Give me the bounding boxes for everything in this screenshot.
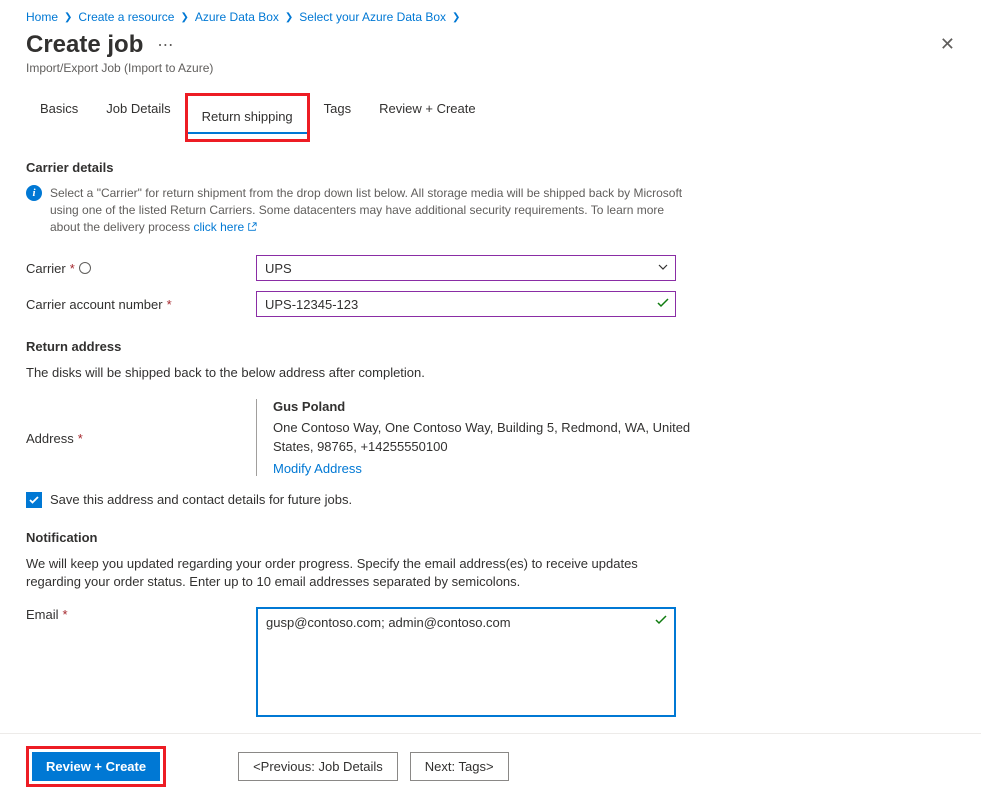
address-label: Address* [26, 399, 256, 476]
chevron-right-icon: ❯ [452, 12, 460, 23]
modify-address-link[interactable]: Modify Address [273, 461, 362, 476]
save-address-checkbox[interactable] [26, 492, 42, 508]
chevron-right-icon: ❯ [64, 12, 72, 23]
footer: Review + Create <Previous: Job Details N… [0, 733, 981, 799]
address-name: Gus Poland [273, 399, 696, 414]
breadcrumb-azure-data-box[interactable]: Azure Data Box [195, 10, 279, 24]
check-icon [654, 613, 668, 627]
return-address-heading: Return address [26, 339, 955, 354]
button-highlight: Review + Create [26, 746, 166, 787]
chevron-right-icon: ❯ [285, 12, 293, 23]
page-title: Create job [26, 31, 143, 59]
external-link-icon [247, 222, 257, 232]
previous-button[interactable]: <Previous: Job Details [238, 752, 398, 781]
info-text: Select a "Carrier" for return shipment f… [50, 185, 686, 235]
tab-highlight: Return shipping [185, 93, 310, 142]
carrier-account-label: Carrier account number* [26, 297, 256, 312]
breadcrumb-select-data-box[interactable]: Select your Azure Data Box [299, 10, 446, 24]
carrier-details-heading: Carrier details [26, 160, 955, 175]
carrier-label: Carrier* [26, 261, 256, 276]
breadcrumb-create-resource[interactable]: Create a resource [78, 10, 174, 24]
tab-review-create[interactable]: Review + Create [365, 93, 489, 142]
click-here-link[interactable]: click here [193, 220, 257, 234]
chevron-right-icon: ❯ [180, 12, 188, 23]
info-icon: i [26, 185, 42, 201]
carrier-account-input[interactable] [256, 291, 676, 317]
review-create-button[interactable]: Review + Create [32, 752, 160, 781]
breadcrumb: Home ❯ Create a resource ❯ Azure Data Bo… [26, 10, 955, 24]
close-icon[interactable]: ✕ [932, 30, 963, 59]
email-label: Email* [26, 607, 256, 622]
breadcrumb-home[interactable]: Home [26, 10, 58, 24]
help-icon[interactable] [79, 262, 91, 274]
info-box: i Select a "Carrier" for return shipment… [26, 185, 686, 235]
tab-return-shipping[interactable]: Return shipping [188, 101, 307, 134]
tab-basics[interactable]: Basics [26, 93, 92, 142]
tab-tags[interactable]: Tags [310, 93, 365, 142]
address-block: Gus Poland One Contoso Way, One Contoso … [256, 399, 696, 476]
check-icon [28, 494, 40, 506]
page-subtitle: Import/Export Job (Import to Azure) [26, 61, 955, 75]
return-address-desc: The disks will be shipped back to the be… [26, 364, 686, 382]
tab-job-details[interactable]: Job Details [92, 93, 184, 142]
tabs: Basics Job Details Return shipping Tags … [26, 93, 955, 142]
address-lines: One Contoso Way, One Contoso Way, Buildi… [273, 418, 696, 457]
notification-desc: We will keep you updated regarding your … [26, 555, 686, 591]
email-textarea[interactable]: gusp@contoso.com; admin@contoso.com [256, 607, 676, 717]
more-menu-icon[interactable]: ⋯ [153, 35, 177, 55]
carrier-select[interactable]: UPS [256, 255, 676, 281]
notification-heading: Notification [26, 530, 955, 545]
save-address-label: Save this address and contact details fo… [50, 492, 352, 507]
next-button[interactable]: Next: Tags> [410, 752, 509, 781]
